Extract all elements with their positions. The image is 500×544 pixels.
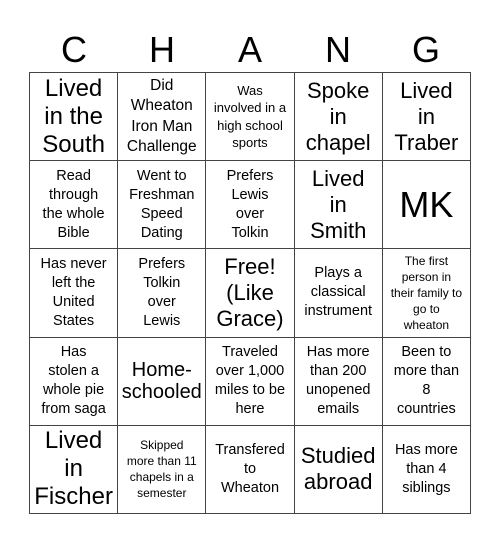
header-letter-g: G (411, 29, 440, 70)
bingo-cell-free-space[interactable]: Free! (Like Grace) (206, 249, 295, 338)
bingo-board: Lived in the South Did Wheaton Iron Man … (29, 72, 471, 514)
bingo-cell-r4c5[interactable]: Been to more than 8 countries (382, 337, 471, 426)
header-letter-a: A (237, 29, 262, 70)
bingo-cell-r5c1[interactable]: Lived in Fischer (30, 425, 119, 514)
bingo-cell-r2c5[interactable]: MK (382, 161, 471, 250)
bingo-cell-r4c2[interactable]: Home- schooled (118, 337, 207, 426)
bingo-cell-r3c5[interactable]: The first person in their family to go t… (382, 249, 471, 338)
cell-text: Did Wheaton Iron Man Challenge (126, 76, 197, 156)
cell-text: Studied abroad (300, 443, 376, 495)
cell-text: Prefers Lewis over Tolkin (226, 167, 274, 241)
bingo-cell-r4c1[interactable]: Has stolen a whole pie from saga (30, 337, 119, 426)
cell-text: Was involved in a high school sports (213, 82, 287, 151)
cell-text: Has never left the United States (40, 255, 107, 329)
cell-text: Lived in Smith (310, 165, 367, 243)
bingo-cell-r2c4[interactable]: Lived in Smith (294, 161, 383, 250)
bingo-header: C H A N G (30, 0, 470, 72)
cell-text: Has stolen a whole pie from saga (41, 344, 106, 418)
cell-text: Transfered to Wheaton (215, 441, 285, 496)
bingo-cell-r2c1[interactable]: Read through the whole Bible (30, 161, 119, 250)
cell-text: Has more than 4 siblings (394, 441, 458, 496)
bingo-cell-r4c3[interactable]: Traveled over 1,000 miles to be here (206, 337, 295, 426)
cell-text: Traveled over 1,000 miles to be here (214, 344, 286, 418)
bingo-cell-r1c4[interactable]: Spoke in chapel (294, 73, 383, 162)
bingo-cell-r5c4[interactable]: Studied abroad (294, 425, 383, 514)
cell-text: Plays a classical instrument (304, 265, 373, 320)
cell-text: The first person in their family to go t… (390, 253, 463, 332)
cell-text: Lived in Traber (394, 77, 459, 155)
cell-text: Lived in the South (42, 74, 105, 158)
bingo-cell-r1c1[interactable]: Lived in the South (30, 73, 119, 162)
bingo-cell-r4c4[interactable]: Has more than 200 unopened emails (294, 337, 383, 426)
bingo-cell-r2c2[interactable]: Went to Freshman Speed Dating (118, 161, 207, 250)
cell-text: Has more than 200 unopened emails (305, 344, 371, 418)
cell-text: Free! (Like Grace) (216, 253, 284, 331)
bingo-cell-r5c3[interactable]: Transfered to Wheaton (206, 425, 295, 514)
bingo-cell-r1c3[interactable]: Was involved in a high school sports (206, 73, 295, 162)
header-letter-c: C (61, 29, 87, 70)
cell-text: Went to Freshman Speed Dating (129, 167, 195, 241)
cell-text: Prefers Tolkin over Lewis (138, 255, 186, 329)
bingo-cell-r5c5[interactable]: Has more than 4 siblings (382, 425, 471, 514)
cell-text: Skipped more than 11 chapels in a semest… (126, 438, 197, 501)
cell-text: Spoke in chapel (305, 77, 371, 155)
cell-text: Home- schooled (121, 359, 202, 404)
bingo-cell-r1c2[interactable]: Did Wheaton Iron Man Challenge (118, 73, 207, 162)
cell-text: Lived in Fischer (34, 427, 113, 511)
bingo-cell-r3c2[interactable]: Prefers Tolkin over Lewis (118, 249, 207, 338)
bingo-cell-r3c1[interactable]: Has never left the United States (30, 249, 119, 338)
bingo-cell-r1c5[interactable]: Lived in Traber (382, 73, 471, 162)
header-letter-h: H (149, 29, 175, 70)
bingo-cell-r2c3[interactable]: Prefers Lewis over Tolkin (206, 161, 295, 250)
cell-text: MK (399, 183, 454, 225)
header-letter-n: N (325, 29, 351, 70)
bingo-cell-r3c4[interactable]: Plays a classical instrument (294, 249, 383, 338)
bingo-cell-r5c2[interactable]: Skipped more than 11 chapels in a semest… (118, 425, 207, 514)
cell-text: Read through the whole Bible (42, 167, 105, 241)
cell-text: Been to more than 8 countries (393, 344, 460, 418)
